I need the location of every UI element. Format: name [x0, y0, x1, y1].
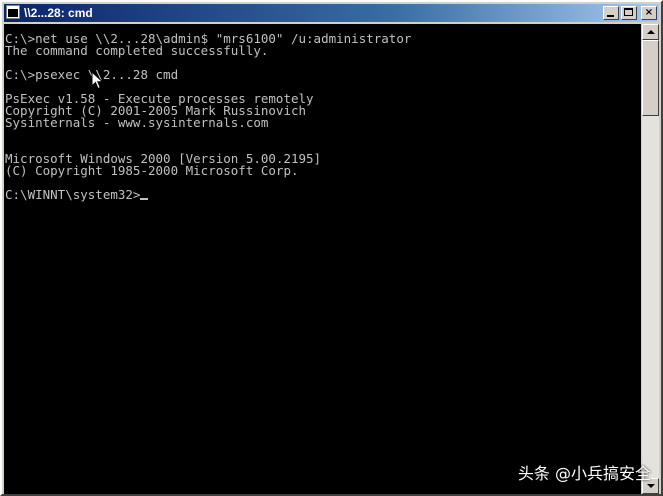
watermark: 头条 @小兵搞安全 — [517, 464, 651, 483]
maximize-button[interactable] — [621, 6, 637, 20]
scrollbar-thumb[interactable] — [642, 40, 659, 116]
vertical-scrollbar[interactable] — [642, 24, 659, 494]
prompt-text: C:\WINNT\system32> — [5, 187, 141, 202]
console-line: (C) Copyright 1985-2000 Microsoft Corp. — [5, 163, 299, 178]
console-line: Sysinternals - www.sysinternals.com — [5, 115, 269, 130]
mouse-pointer-icon — [91, 71, 104, 90]
minimize-button[interactable] — [603, 6, 619, 20]
close-button[interactable]: × — [641, 6, 657, 20]
console-line: The command completed successfully. — [5, 43, 269, 58]
text-caret — [140, 198, 149, 200]
title-bar[interactable]: \\2...28: cmd × — [4, 4, 659, 22]
prompt-line[interactable]: C:\WINNT\system32> — [5, 187, 411, 202]
window-title: \\2...28: cmd — [24, 6, 93, 20]
cmd-icon[interactable] — [6, 5, 20, 19]
title-buttons: × — [603, 6, 657, 20]
scroll-up-button[interactable] — [642, 24, 659, 40]
console-line: C:\>psexec \\2...28 cmd — [5, 67, 179, 82]
console-text: C:\>net use \\2...28\admin$ "mrs6100" /u… — [5, 32, 411, 202]
console-output[interactable]: C:\>net use \\2...28\admin$ "mrs6100" /u… — [4, 24, 641, 494]
